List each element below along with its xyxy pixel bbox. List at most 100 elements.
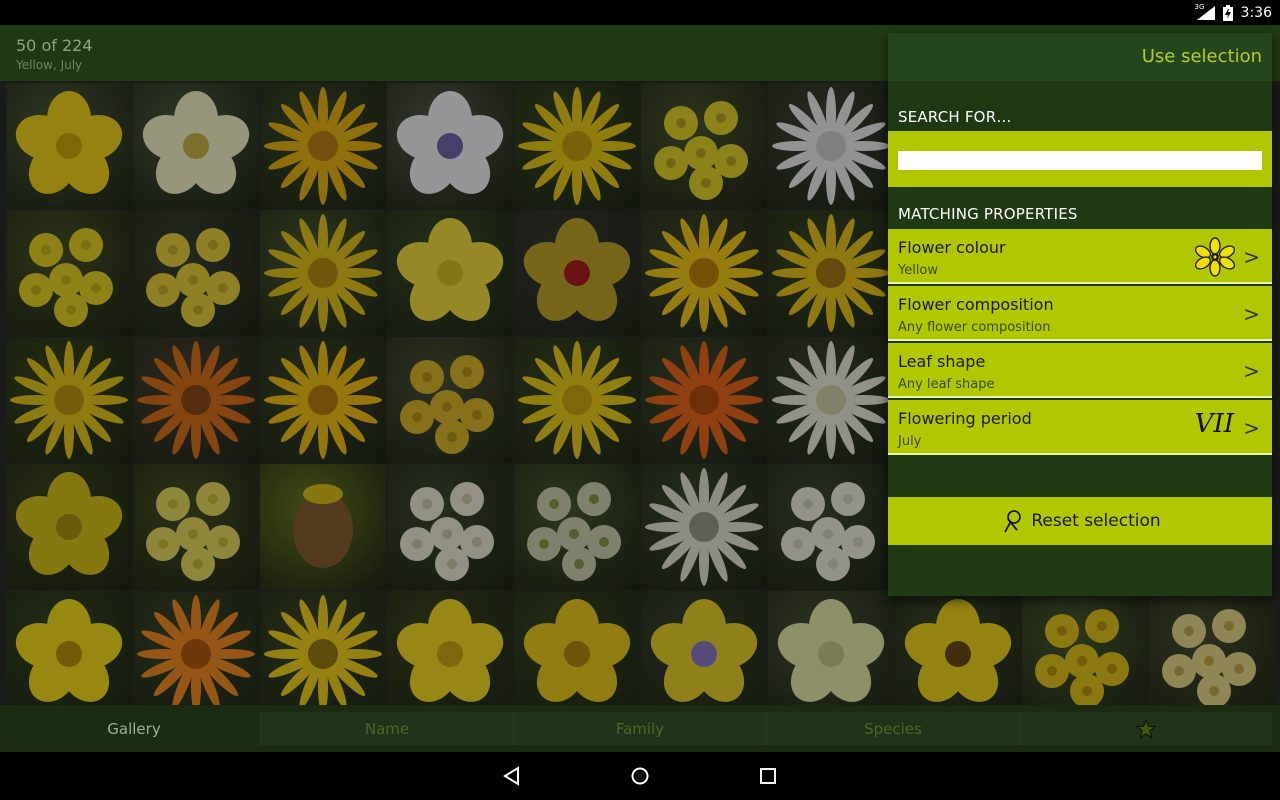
flower-photo <box>654 101 748 200</box>
flower-photo <box>523 599 631 702</box>
gallery-tile[interactable] <box>641 464 767 590</box>
reset-selection-button[interactable]: Reset selection <box>888 497 1272 545</box>
gallery-tile[interactable] <box>260 210 386 336</box>
flower-photo <box>777 599 885 702</box>
gallery-tile[interactable] <box>514 464 640 590</box>
gallery-tile[interactable] <box>387 337 513 463</box>
gallery-tile[interactable] <box>768 210 894 336</box>
gallery-tile[interactable] <box>260 591 386 705</box>
property-title: Flower colour <box>898 238 1006 257</box>
gallery-tile[interactable] <box>260 337 386 463</box>
flower-photo <box>645 214 763 332</box>
flower-photo <box>146 482 240 581</box>
chevron-right-icon: > <box>1243 302 1260 326</box>
flower-photo <box>772 214 890 332</box>
gallery-tile[interactable] <box>133 210 259 336</box>
gallery-tile[interactable] <box>260 83 386 209</box>
flower-photo <box>400 482 494 581</box>
gallery-tile[interactable] <box>133 337 259 463</box>
search-input[interactable] <box>898 151 1262 170</box>
gallery-tile[interactable] <box>387 464 513 590</box>
gallery-tile[interactable] <box>6 464 132 590</box>
yellow-flower-icon <box>1194 237 1236 281</box>
property-leaf-shape[interactable]: Leaf shape Any leaf shape > <box>888 343 1272 398</box>
flower-photo <box>904 599 1012 702</box>
flower-photo <box>19 228 113 327</box>
property-value: Any flower composition <box>898 320 1051 335</box>
gallery-tile[interactable] <box>1022 591 1148 705</box>
use-selection-button[interactable]: Use selection <box>1142 46 1262 67</box>
gallery-tile[interactable] <box>641 210 767 336</box>
gallery-tile[interactable] <box>514 337 640 463</box>
system-nav-bar <box>0 752 1280 800</box>
property-value: Yellow <box>898 263 939 278</box>
gallery-tile[interactable] <box>641 591 767 705</box>
gallery-tile[interactable] <box>387 210 513 336</box>
home-icon[interactable] <box>628 764 652 788</box>
flower-photo <box>142 91 250 194</box>
tab-species[interactable]: Species <box>767 712 1020 745</box>
chevron-right-icon: > <box>1243 245 1260 269</box>
gallery-tile[interactable] <box>895 591 1021 705</box>
flower-photo <box>650 599 758 702</box>
gallery-tile[interactable] <box>514 591 640 705</box>
search-section-label: SEARCH FOR… <box>898 108 1012 126</box>
flower-photo <box>264 595 382 705</box>
gallery-tile[interactable] <box>6 210 132 336</box>
flower-photo <box>15 472 123 575</box>
flower-photo <box>645 341 763 459</box>
status-bar: 3G 3:36 <box>0 0 1280 25</box>
gallery-tile[interactable] <box>260 464 386 590</box>
flower-photo <box>645 468 763 586</box>
tab-gallery[interactable]: Gallery <box>8 712 261 745</box>
signal-icon: 3G <box>1195 3 1215 20</box>
gallery-tile[interactable] <box>6 83 132 209</box>
flower-photo <box>400 355 494 454</box>
gallery-tile[interactable] <box>6 337 132 463</box>
tab-favorites[interactable] <box>1020 712 1272 745</box>
gallery-tile[interactable] <box>1149 591 1275 705</box>
panel-action-bar: Use selection <box>888 33 1272 81</box>
result-counter: 50 of 224 <box>16 36 93 55</box>
clock: 3:36 <box>1240 4 1272 21</box>
gallery-tile[interactable] <box>514 210 640 336</box>
property-value: July <box>898 434 922 449</box>
matching-section-label: MATCHING PROPERTIES <box>898 205 1078 223</box>
gallery-tile[interactable] <box>387 591 513 705</box>
roman-numeral-vii-icon: VII <box>1194 409 1234 439</box>
gallery-tile[interactable] <box>768 464 894 590</box>
gallery-tile[interactable] <box>387 83 513 209</box>
flower-photo <box>264 87 382 205</box>
gallery-tile[interactable] <box>641 337 767 463</box>
property-flower-composition[interactable]: Flower composition Any flower compositio… <box>888 286 1272 341</box>
gallery-tile[interactable] <box>6 591 132 705</box>
gallery-tile[interactable] <box>133 83 259 209</box>
back-icon[interactable] <box>500 764 524 788</box>
flower-photo <box>293 484 353 568</box>
property-title: Flowering period <box>898 409 1032 428</box>
recents-icon[interactable] <box>756 764 780 788</box>
tab-name[interactable]: Name <box>261 712 514 745</box>
flower-photo <box>15 91 123 194</box>
gallery-tile[interactable] <box>768 83 894 209</box>
gallery-tile[interactable] <box>768 591 894 705</box>
gallery-tile[interactable] <box>133 591 259 705</box>
flower-photo <box>518 341 636 459</box>
gallery-tile[interactable] <box>133 464 259 590</box>
gallery-tile[interactable] <box>514 83 640 209</box>
tab-family[interactable]: Family <box>514 712 767 745</box>
flower-photo <box>137 595 255 705</box>
flower-photo <box>146 228 240 327</box>
flower-photo <box>396 91 504 194</box>
flower-photo <box>523 218 631 321</box>
property-flower-colour[interactable]: Flower colour Yellow > <box>888 229 1272 284</box>
flower-photo <box>396 218 504 321</box>
flower-photo <box>772 87 890 205</box>
flower-photo <box>1162 609 1256 705</box>
gallery-tile[interactable] <box>641 83 767 209</box>
property-title: Leaf shape <box>898 352 986 371</box>
gallery-tile[interactable] <box>768 337 894 463</box>
search-box <box>888 131 1272 187</box>
flower-photo <box>1035 609 1129 705</box>
property-flowering-period[interactable]: Flowering period July VII > <box>888 400 1272 455</box>
